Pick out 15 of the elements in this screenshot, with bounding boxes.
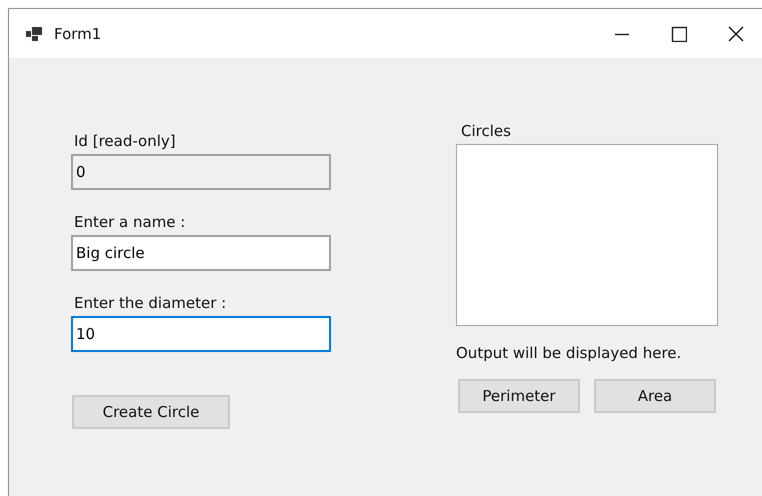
input-field[interactable]: 0 [71,154,331,190]
action-button[interactable]: Area [594,379,716,413]
field-label: Enter a name : [74,212,186,232]
action-button[interactable]: Perimeter [458,379,580,413]
field-label: Enter the diameter : [74,293,228,313]
output-text: Output will be displayed here. [456,343,682,363]
input-field[interactable]: 10 [71,316,331,352]
maximize-icon[interactable] [671,26,687,42]
app-icon [26,26,42,40]
window-title: Form1 [54,24,102,42]
create-circle-button[interactable]: Create Circle [72,395,230,429]
input-field[interactable]: Big circle [71,235,331,271]
field-label: Id [read-only] [74,131,177,151]
list-label: Circles [461,121,512,141]
close-icon[interactable] [728,26,744,42]
